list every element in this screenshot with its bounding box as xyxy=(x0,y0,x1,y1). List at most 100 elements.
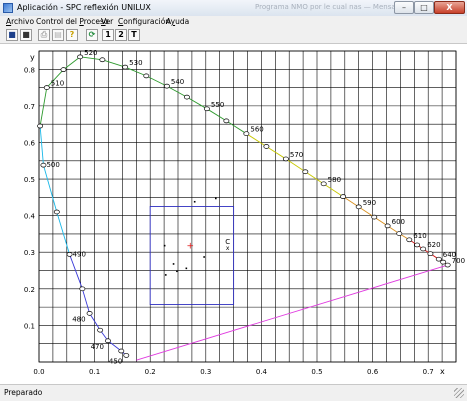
wavelength-label: 560 xyxy=(250,126,263,134)
sample-point xyxy=(172,263,175,265)
wavelength-marker xyxy=(143,73,150,79)
wavelength-marker xyxy=(183,94,190,100)
wavelength-marker xyxy=(427,251,434,257)
wavelength-marker xyxy=(440,259,447,265)
status-bar: Preparado xyxy=(0,384,467,401)
sample-point xyxy=(164,274,167,276)
spectral-locus-segment xyxy=(63,56,81,71)
wavelength-label: 480 xyxy=(72,315,85,323)
wavelength-label: 570 xyxy=(290,151,303,159)
menu-configuraci-n[interactable]: Configuración xyxy=(118,17,170,26)
preview-icon[interactable]: ▤ xyxy=(52,29,64,41)
y-tick-label: 0.5 xyxy=(24,176,35,184)
wavelength-label: 590 xyxy=(363,199,376,207)
wavelength-marker xyxy=(223,118,230,124)
wavelength-marker xyxy=(406,237,413,243)
window-title: Aplicación - SPC reflexión UNILUX xyxy=(17,3,151,12)
app-icon xyxy=(3,3,13,13)
toolbar: ■ ■ ⎙ ▤? ⟳ 1 2 T xyxy=(0,28,467,44)
wavelength-marker xyxy=(37,123,44,129)
menu-control-del-proceso[interactable]: Control del Proceso xyxy=(36,17,109,26)
wavelength-marker xyxy=(97,327,104,333)
resize-grip[interactable] xyxy=(454,388,464,398)
wavelength-marker xyxy=(243,131,250,137)
spectral-locus-segment xyxy=(226,120,247,135)
wavelength-label: 610 xyxy=(413,232,426,240)
wavelength-label: 520 xyxy=(84,49,97,57)
spectral-locus-segment xyxy=(266,146,287,160)
x-tick-label: 0.5 xyxy=(311,368,322,376)
wavelength-marker xyxy=(60,67,67,73)
background-window-title: Programa NMO por le cual nas — Mensajes xyxy=(255,3,406,11)
wavelength-marker xyxy=(263,144,270,149)
spectral-locus-segment xyxy=(323,183,344,197)
text-tool-button[interactable]: T xyxy=(128,29,140,41)
spectral-locus-segment xyxy=(125,66,147,77)
disk-icon[interactable]: ■ xyxy=(20,29,32,41)
wavelength-marker xyxy=(384,223,391,229)
wavelength-marker xyxy=(118,348,125,354)
y-tick-label: 0.7 xyxy=(24,103,35,111)
spectral-locus-segment xyxy=(186,96,208,110)
menu-ver[interactable]: Ver xyxy=(101,17,113,26)
wavelength-label: 550 xyxy=(211,101,224,109)
menu-archivo[interactable]: Archivo xyxy=(6,17,34,26)
y-tick-label: 0.1 xyxy=(24,322,35,330)
wavelength-marker xyxy=(86,310,93,316)
sample-point xyxy=(193,200,196,203)
wavelength-label: 620 xyxy=(427,241,440,249)
wavelength-label: 580 xyxy=(328,176,341,184)
sample-point xyxy=(176,270,178,273)
refresh-icon[interactable]: ⟳ xyxy=(86,29,98,41)
chromaticity-chart: 0.0 0.1 0.2 0.3 0.4 0.5 0.6 0.7 0.1 0.2 0.3 0.4 0.5 0… xyxy=(24,49,465,376)
wavelength-marker xyxy=(163,83,170,89)
wavelength-label: 700 xyxy=(452,257,465,265)
wavelength-marker xyxy=(414,242,421,248)
wavelength-marker xyxy=(99,57,106,63)
wavelength-marker xyxy=(122,64,129,70)
y-tick-label: 0.8 xyxy=(24,66,35,74)
wavelength-marker xyxy=(282,156,289,162)
reference-point-marker: + xyxy=(186,242,194,252)
wavelength-marker xyxy=(302,169,309,175)
wavelength-marker xyxy=(123,353,130,358)
save-icon[interactable]: ■ xyxy=(6,29,18,41)
wavelength-marker xyxy=(53,209,60,215)
wavelength-label: 510 xyxy=(51,80,64,88)
spectral-locus-segment xyxy=(56,211,71,255)
menu-bar: Archivo Control del Proceso Ver Configuraci… xyxy=(0,16,467,28)
print-icon[interactable]: ⎙ xyxy=(38,29,50,41)
spectral-locus-segment xyxy=(305,171,324,185)
y-tick-label: 0.2 xyxy=(24,286,35,294)
purple-line xyxy=(136,264,448,361)
help-icon[interactable]: ? xyxy=(66,29,78,41)
one-button[interactable]: 1 xyxy=(102,29,114,41)
wavelength-marker xyxy=(77,54,84,60)
y-tick-label: 0.4 xyxy=(24,213,36,221)
chart-area: 0.0 0.1 0.2 0.3 0.4 0.5 0.6 0.7 0.1 0.2 0.3 0.4 0.5 0… xyxy=(0,44,467,384)
spectral-locus-segment xyxy=(246,133,267,147)
wavelength-label: 530 xyxy=(129,59,142,67)
sample-point xyxy=(185,267,188,270)
two-button[interactable]: 2 xyxy=(115,29,127,41)
minimize-button[interactable]: – xyxy=(394,1,414,14)
maximize-button[interactable]: □ xyxy=(414,1,434,14)
spectral-locus-segment xyxy=(102,59,126,68)
wavelength-marker xyxy=(79,286,86,292)
wavelength-marker xyxy=(420,246,427,252)
wavelength-label: 450 xyxy=(109,357,122,365)
wavelength-marker xyxy=(371,214,378,220)
spectral-locus-segment xyxy=(39,125,44,166)
spectral-locus-segment xyxy=(81,288,91,314)
spectral-locus-segment xyxy=(146,75,168,87)
wavelength-marker xyxy=(340,194,347,199)
wavelength-marker xyxy=(43,85,50,90)
title-bar[interactable]: Aplicación - SPC reflexión UNILUX Progra… xyxy=(0,0,467,17)
y-axis-label: y xyxy=(30,53,35,62)
wavelength-marker xyxy=(355,204,362,210)
sample-point xyxy=(215,197,217,200)
y-tick-label: 0.3 xyxy=(24,249,35,257)
close-button[interactable]: X xyxy=(434,1,465,14)
menu-ayuda[interactable]: Ayuda xyxy=(166,17,189,26)
wavelength-marker xyxy=(203,106,210,112)
